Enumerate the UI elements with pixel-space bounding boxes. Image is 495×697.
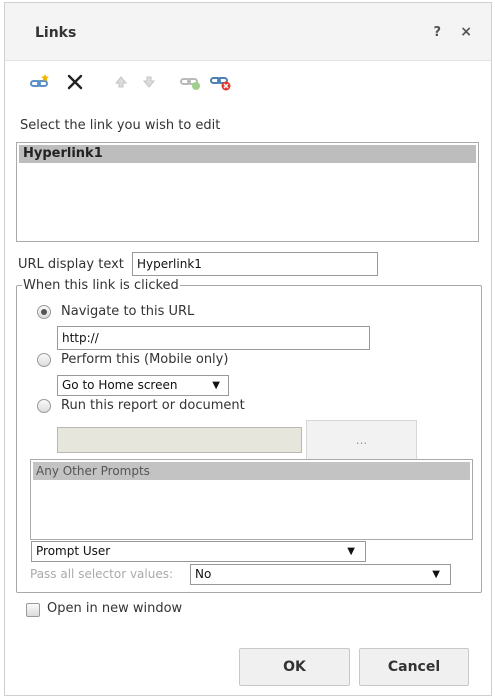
chevron-down-icon: ▼ (347, 546, 355, 557)
pass-selector-value: No (195, 567, 212, 581)
link-list-label: Select the link you wish to edit (20, 118, 221, 133)
perform-mobile-radio[interactable] (37, 353, 51, 367)
prompt-user-select[interactable]: Prompt User ▼ (31, 541, 366, 562)
close-button[interactable]: × (460, 24, 472, 40)
run-report-radio[interactable] (37, 399, 51, 413)
perform-mobile-label: Perform this (Mobile only) (61, 352, 229, 367)
move-down-icon[interactable] (138, 72, 160, 92)
chevron-down-icon: ▼ (432, 569, 440, 580)
list-item[interactable]: Hyperlink1 (19, 145, 476, 163)
url-display-input[interactable]: Hyperlink1 (132, 252, 378, 276)
prompts-listbox[interactable]: Any Other Prompts (30, 459, 473, 540)
url-display-label: URL display text (18, 257, 124, 272)
prompts-header: Any Other Prompts (33, 462, 470, 480)
add-link-icon[interactable] (30, 72, 52, 92)
perform-action-value: Go to Home screen (62, 378, 178, 392)
move-up-icon[interactable] (110, 72, 132, 92)
chevron-down-icon: ▼ (212, 380, 220, 391)
ok-button[interactable]: OK (239, 648, 350, 686)
perform-action-select[interactable]: Go to Home screen ▼ (57, 375, 229, 396)
prompt-user-value: Prompt User (36, 544, 111, 558)
pass-selector-label: Pass all selector values: (30, 567, 174, 581)
open-new-window-checkbox[interactable] (26, 603, 40, 617)
run-report-label: Run this report or document (61, 398, 245, 413)
title-bar: Links ? × (5, 3, 491, 61)
help-button[interactable]: ? (433, 25, 441, 40)
browse-button[interactable]: ... (306, 420, 417, 460)
dialog-title: Links (35, 25, 77, 41)
navigate-url-radio[interactable] (37, 305, 51, 319)
remove-link-icon[interactable] (210, 72, 232, 92)
cancel-button[interactable]: Cancel (359, 648, 469, 686)
report-path-input (57, 427, 302, 453)
link-icon[interactable] (180, 72, 202, 92)
pass-selector-select[interactable]: No ▼ (190, 564, 451, 585)
delete-icon[interactable] (64, 72, 86, 92)
open-new-window-label: Open in new window (47, 601, 183, 616)
url-input[interactable]: http:// (57, 326, 370, 350)
click-action-legend: When this link is clicked (22, 278, 180, 293)
link-listbox[interactable]: Hyperlink1 (16, 142, 479, 242)
navigate-url-label: Navigate to this URL (61, 304, 195, 319)
